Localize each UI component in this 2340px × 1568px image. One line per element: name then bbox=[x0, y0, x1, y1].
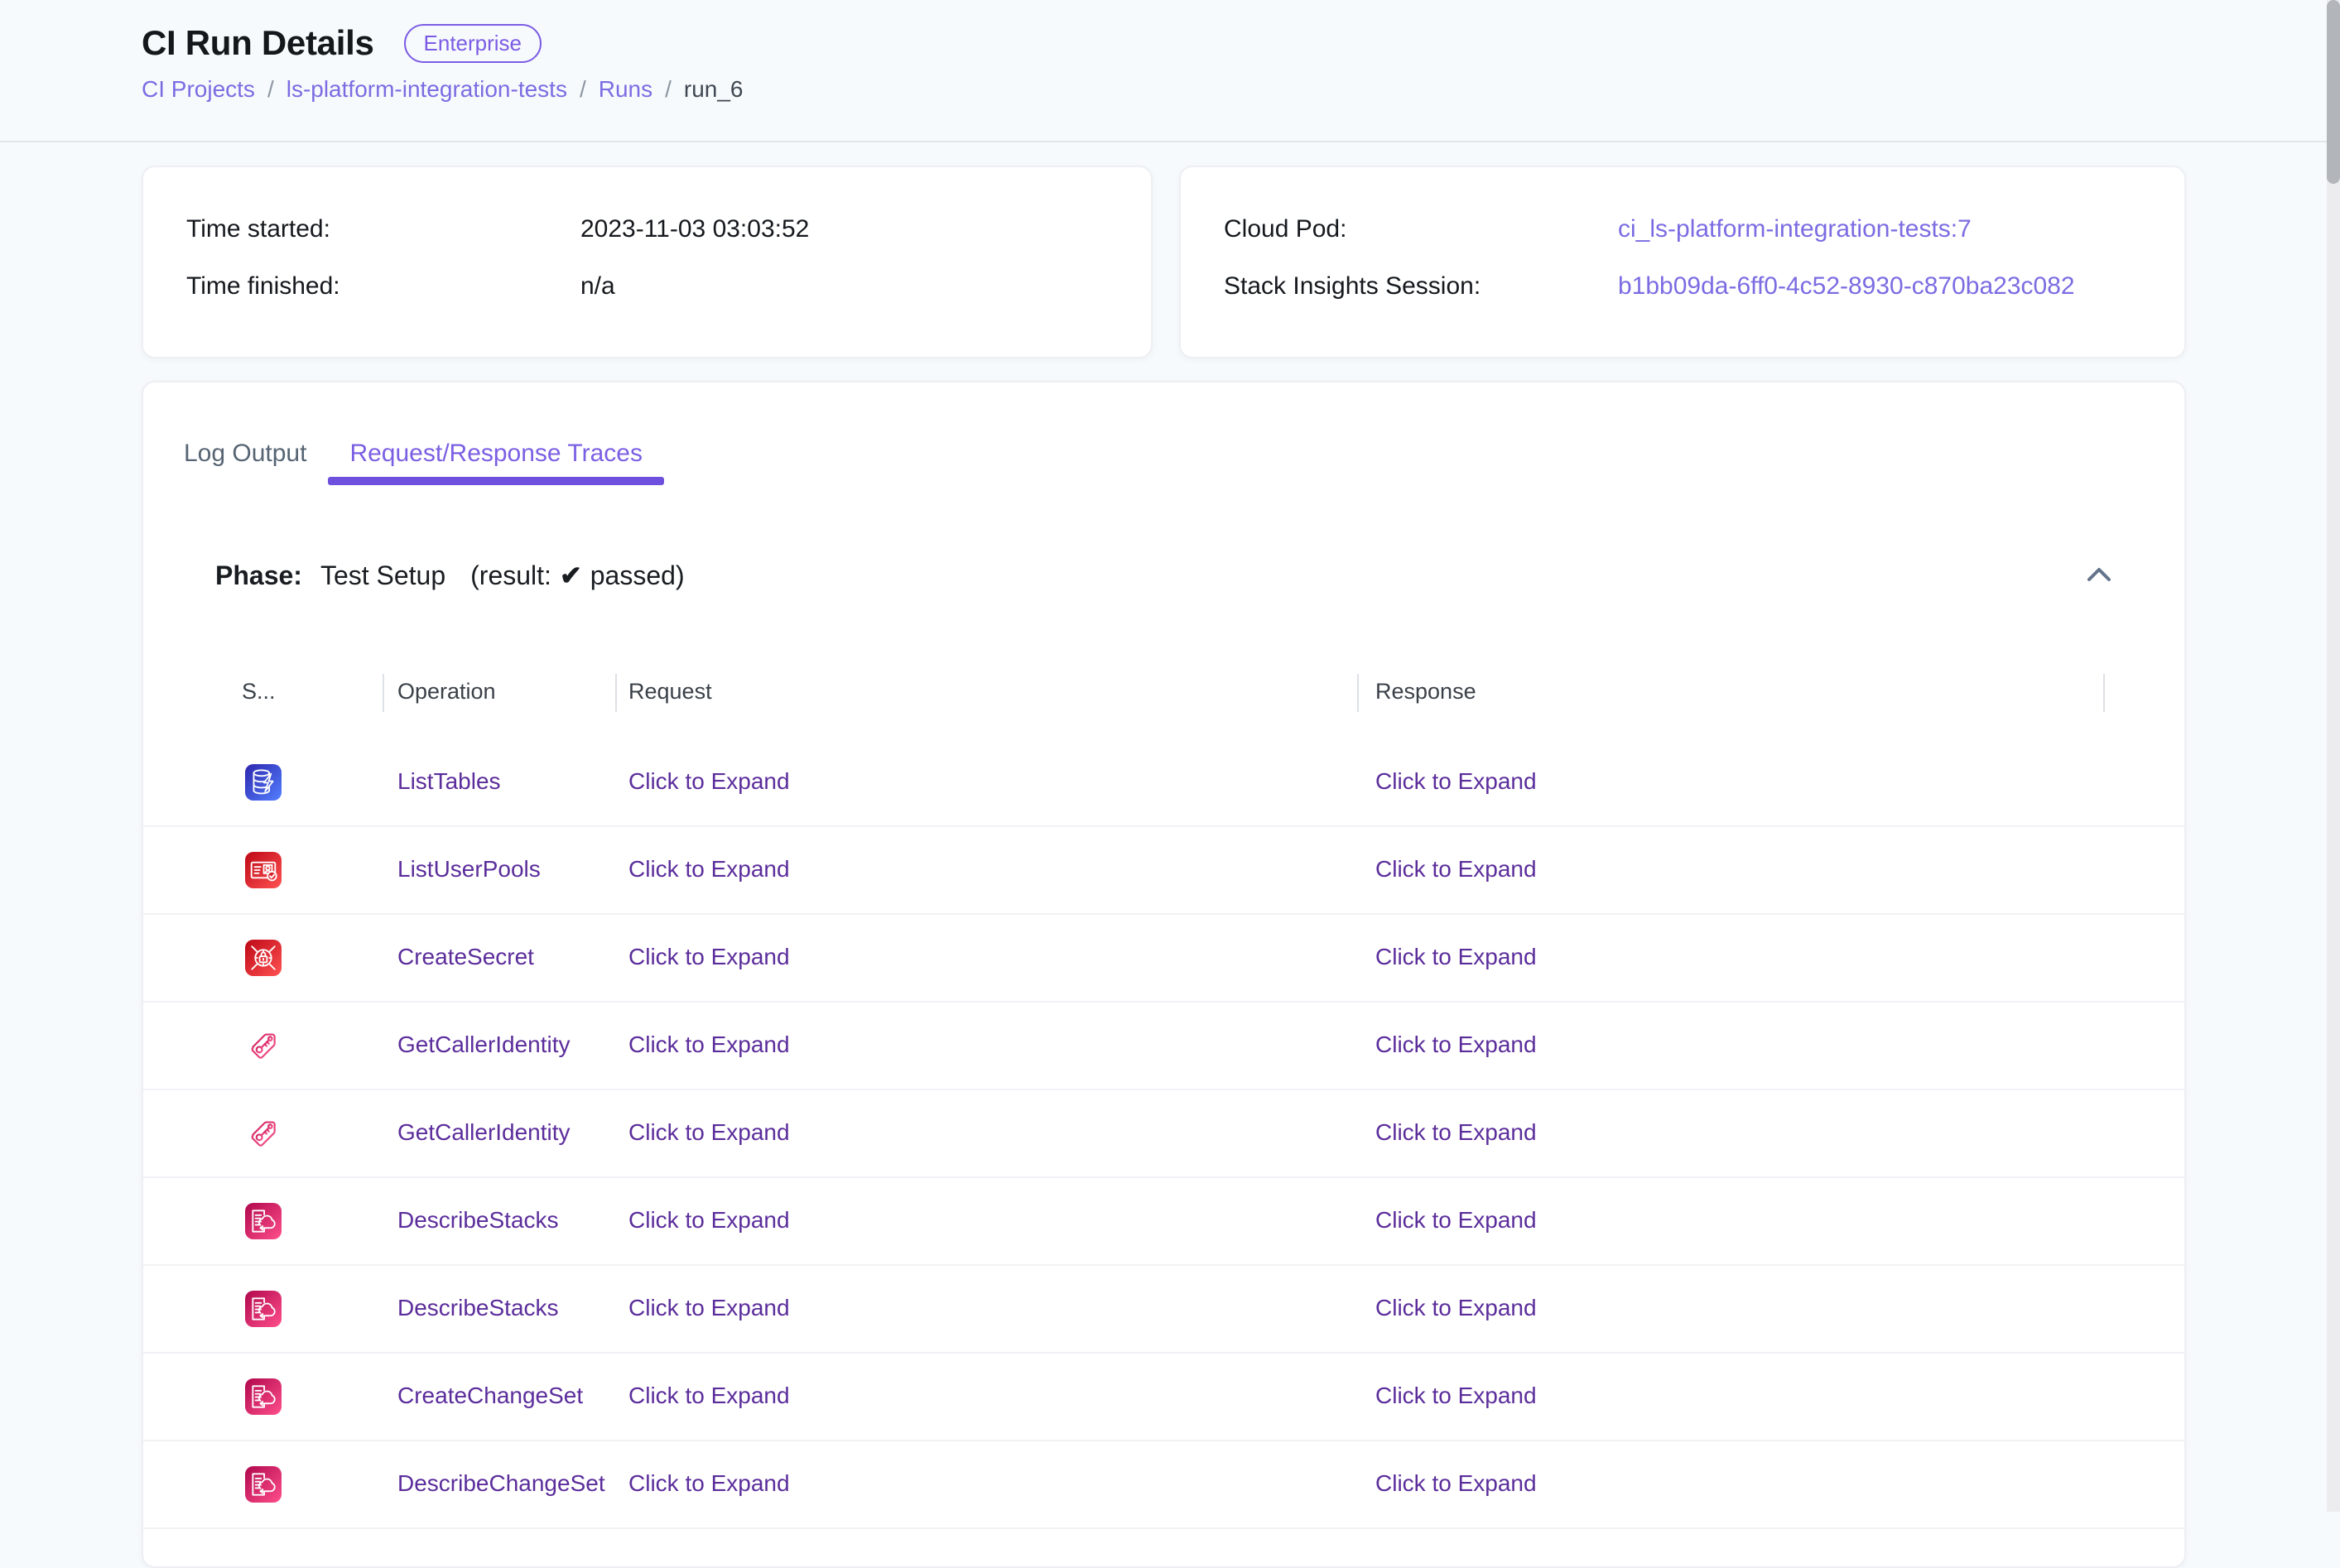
table-row: CreateChangeSet Click to Expand Click to… bbox=[143, 1354, 2184, 1441]
breadcrumb-separator: / bbox=[267, 76, 274, 103]
phase-result-text: passed) bbox=[590, 560, 685, 591]
collapse-phase-button[interactable] bbox=[2078, 553, 2120, 594]
time-started-value: 2023-11-03 03:03:52 bbox=[580, 215, 809, 243]
cloudformation-icon bbox=[245, 1378, 282, 1415]
trace-table-header: S... Operation Request Response bbox=[143, 674, 2184, 715]
cloudformation-icon bbox=[245, 1291, 282, 1327]
response-expand-link[interactable]: Click to Expand bbox=[1375, 1441, 1537, 1526]
cognito-idp-icon bbox=[245, 852, 282, 888]
operation-label: DescribeStacks bbox=[397, 1266, 559, 1350]
table-row: DescribeStacks Click to Expand Click to … bbox=[143, 1266, 2184, 1354]
operation-label: CreateSecret bbox=[397, 915, 534, 999]
operation-label: ListUserPools bbox=[397, 827, 541, 911]
table-row: ListTables Click to Expand Click to Expa… bbox=[143, 739, 2184, 827]
phase-label: Phase: bbox=[215, 560, 302, 591]
time-finished-value: n/a bbox=[580, 272, 615, 301]
breadcrumb-runs[interactable]: Runs bbox=[599, 76, 652, 103]
response-expand-link[interactable]: Click to Expand bbox=[1375, 915, 1537, 999]
phase-heading: Phase: Test Setup (result: ✔ passed) bbox=[215, 560, 685, 591]
trace-table-body: ListTables Click to Expand Click to Expa… bbox=[143, 739, 2184, 1529]
breadcrumb-ci-projects[interactable]: CI Projects bbox=[142, 76, 255, 103]
response-expand-link[interactable]: Click to Expand bbox=[1375, 1178, 1537, 1263]
check-icon: ✔ bbox=[560, 560, 582, 591]
operation-label: ListTables bbox=[397, 739, 501, 824]
traces-card: Log Output Request/Response Traces Phase… bbox=[142, 381, 2186, 1568]
breadcrumb-project[interactable]: ls-platform-integration-tests bbox=[286, 76, 567, 103]
page-title: CI Run Details bbox=[142, 23, 374, 63]
cloud-pod-link[interactable]: ci_ls-platform-integration-tests:7 bbox=[1618, 215, 1972, 243]
column-service: S... bbox=[242, 679, 276, 705]
scrollbar-thumb[interactable] bbox=[2327, 0, 2340, 184]
table-row: ListUserPools Click to Expand Click to E… bbox=[143, 827, 2184, 915]
request-expand-link[interactable]: Click to Expand bbox=[628, 827, 790, 911]
stack-insights-session-link[interactable]: b1bb09da-6ff0-4c52-8930-c870ba23c082 bbox=[1618, 272, 2075, 301]
column-operation: Operation bbox=[397, 679, 496, 705]
column-divider bbox=[383, 674, 384, 712]
sts-icon bbox=[245, 1027, 282, 1064]
table-row: DescribeStacks Click to Expand Click to … bbox=[143, 1178, 2184, 1266]
tab-request-response-traces[interactable]: Request/Response Traces bbox=[328, 422, 664, 485]
cloud-pod-label: Cloud Pod: bbox=[1224, 215, 1618, 243]
table-row: CreateSecret Click to Expand Click to Ex… bbox=[143, 915, 2184, 1003]
enterprise-badge: Enterprise bbox=[404, 24, 542, 63]
phase-result-prefix: (result: bbox=[470, 560, 551, 591]
response-expand-link[interactable]: Click to Expand bbox=[1375, 827, 1537, 911]
scrollbar-track[interactable] bbox=[2327, 0, 2340, 1512]
time-started-label: Time started: bbox=[186, 215, 580, 243]
column-divider bbox=[1357, 674, 1359, 712]
run-times-card: Time started: 2023-11-03 03:03:52 Time f… bbox=[142, 166, 1153, 358]
request-expand-link[interactable]: Click to Expand bbox=[628, 1441, 790, 1526]
column-divider bbox=[2103, 674, 2105, 712]
phase-name: Test Setup bbox=[320, 560, 445, 591]
breadcrumb-separator: / bbox=[665, 76, 672, 103]
request-expand-link[interactable]: Click to Expand bbox=[628, 1266, 790, 1350]
dynamodb-icon bbox=[245, 764, 282, 801]
table-row: GetCallerIdentity Click to Expand Click … bbox=[143, 1003, 2184, 1090]
response-expand-link[interactable]: Click to Expand bbox=[1375, 739, 1537, 824]
page-header: CI Run Details Enterprise CI Projects / … bbox=[0, 0, 2327, 142]
sts-icon bbox=[245, 1115, 282, 1152]
pod-session-card: Cloud Pod: ci_ls-platform-integration-te… bbox=[1179, 166, 2186, 358]
request-expand-link[interactable]: Click to Expand bbox=[628, 1003, 790, 1087]
response-expand-link[interactable]: Click to Expand bbox=[1375, 1266, 1537, 1350]
column-divider bbox=[615, 674, 617, 712]
chevron-up-icon bbox=[2084, 564, 2114, 584]
secretsmanager-icon bbox=[245, 940, 282, 976]
breadcrumb: CI Projects / ls-platform-integration-te… bbox=[142, 76, 744, 103]
stack-insights-session-label: Stack Insights Session: bbox=[1224, 272, 1618, 301]
tab-bar: Log Output Request/Response Traces bbox=[162, 422, 664, 485]
request-expand-link[interactable]: Click to Expand bbox=[628, 915, 790, 999]
operation-label: DescribeChangeSet bbox=[397, 1441, 605, 1526]
column-response: Response bbox=[1375, 679, 1476, 705]
breadcrumb-separator: / bbox=[580, 76, 586, 103]
table-row: DescribeChangeSet Click to Expand Click … bbox=[143, 1441, 2184, 1529]
request-expand-link[interactable]: Click to Expand bbox=[628, 1090, 790, 1175]
request-expand-link[interactable]: Click to Expand bbox=[628, 739, 790, 824]
response-expand-link[interactable]: Click to Expand bbox=[1375, 1090, 1537, 1175]
tab-log-output[interactable]: Log Output bbox=[162, 422, 328, 485]
cloudformation-icon bbox=[245, 1466, 282, 1503]
response-expand-link[interactable]: Click to Expand bbox=[1375, 1354, 1537, 1438]
operation-label: DescribeStacks bbox=[397, 1178, 559, 1263]
operation-label: GetCallerIdentity bbox=[397, 1003, 571, 1087]
time-finished-label: Time finished: bbox=[186, 272, 580, 301]
request-expand-link[interactable]: Click to Expand bbox=[628, 1354, 790, 1438]
response-expand-link[interactable]: Click to Expand bbox=[1375, 1003, 1537, 1087]
operation-label: CreateChangeSet bbox=[397, 1354, 583, 1438]
cloudformation-icon bbox=[245, 1203, 282, 1239]
breadcrumb-current-run: run_6 bbox=[684, 76, 744, 103]
table-row: GetCallerIdentity Click to Expand Click … bbox=[143, 1090, 2184, 1178]
request-expand-link[interactable]: Click to Expand bbox=[628, 1178, 790, 1263]
operation-label: GetCallerIdentity bbox=[397, 1090, 571, 1175]
column-request: Request bbox=[628, 679, 712, 705]
